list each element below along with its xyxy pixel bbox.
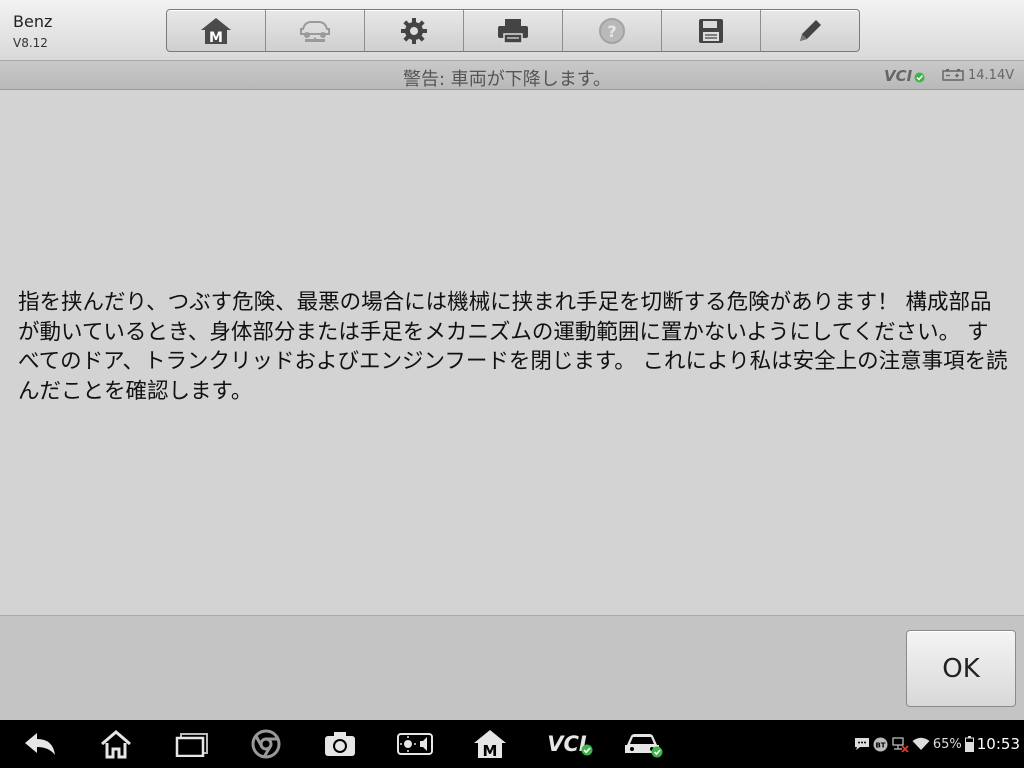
vci-icon: VCI xyxy=(547,732,593,756)
brightness-icon xyxy=(397,733,433,755)
svg-text:M: M xyxy=(209,30,223,45)
ok-button[interactable]: OK xyxy=(906,630,1016,707)
vci-app[interactable]: VCI xyxy=(540,720,594,768)
system-nav-bar: M VCI BT 65% 10:53 xyxy=(0,720,1024,768)
recents-icon xyxy=(175,733,208,757)
voltage-reading: 14.14V xyxy=(968,68,1015,83)
vci-label: VCI xyxy=(884,67,913,85)
print-button[interactable] xyxy=(464,10,563,51)
camera-app[interactable] xyxy=(318,720,362,768)
svg-text:M: M xyxy=(483,742,498,759)
camera-icon xyxy=(325,732,355,756)
help-icon: ? xyxy=(599,17,625,44)
toolbar: M ? xyxy=(166,9,860,52)
vehicle-lift-button[interactable] xyxy=(266,10,365,51)
chat-icon xyxy=(854,738,869,750)
chrome-icon xyxy=(251,729,281,759)
back-icon xyxy=(25,733,55,755)
save-button[interactable] xyxy=(662,10,761,51)
battery-percent: 65% xyxy=(932,736,962,752)
home-nav-button[interactable] xyxy=(94,720,138,768)
battery-level-icon xyxy=(964,736,974,752)
chrome-app[interactable] xyxy=(244,720,288,768)
clock: 10:53 xyxy=(976,735,1020,753)
home-button[interactable]: M xyxy=(167,10,266,51)
system-tray: BT 65% 10:53 xyxy=(854,720,1020,768)
app-name: Benz xyxy=(13,12,53,31)
svg-text:BT: BT xyxy=(875,741,885,749)
vci-status: VCI xyxy=(884,67,925,85)
network-disconnected-icon xyxy=(892,737,909,752)
title-bar: Benz V8.12 M ? xyxy=(0,0,1024,61)
edit-button[interactable] xyxy=(761,10,859,51)
vehicle-app[interactable] xyxy=(620,720,666,768)
car-icon xyxy=(625,734,663,758)
check-icon xyxy=(581,744,593,756)
footer: OK xyxy=(0,615,1024,721)
home-m-icon: M xyxy=(474,730,506,759)
gear-icon xyxy=(401,17,427,44)
pencil-icon xyxy=(800,19,821,41)
printer-icon xyxy=(498,18,528,44)
home-m-icon: M xyxy=(201,17,231,45)
app-version: V8.12 xyxy=(13,36,48,50)
brightness-control[interactable] xyxy=(392,720,438,768)
vehicle-lift-icon xyxy=(300,20,330,42)
back-button[interactable] xyxy=(18,720,62,768)
status-message: 警告: 車両が下降します。 xyxy=(403,69,611,90)
check-icon xyxy=(914,72,925,83)
recents-button[interactable] xyxy=(170,720,214,768)
warning-message: 指を挟んだり、つぶす危険、最悪の場合には機械に挟まれ手足を切断する危険があります… xyxy=(18,290,1008,404)
main-panel: 指を挟んだり、つぶす危険、最悪の場合には機械に挟まれ手足を切断する危険があります… xyxy=(0,90,1024,615)
wifi-icon xyxy=(912,737,930,750)
maxisys-home-app[interactable]: M xyxy=(468,720,512,768)
svg-text:?: ? xyxy=(607,22,616,41)
battery-icon xyxy=(942,69,964,81)
help-button[interactable]: ? xyxy=(563,10,662,51)
save-icon xyxy=(699,18,723,43)
home-icon xyxy=(101,730,131,759)
status-bar: 警告: 車両が下降します。 VCI 14.14V xyxy=(0,61,1024,90)
settings-button[interactable] xyxy=(365,10,464,51)
bluetooth-icon: BT xyxy=(873,737,888,751)
